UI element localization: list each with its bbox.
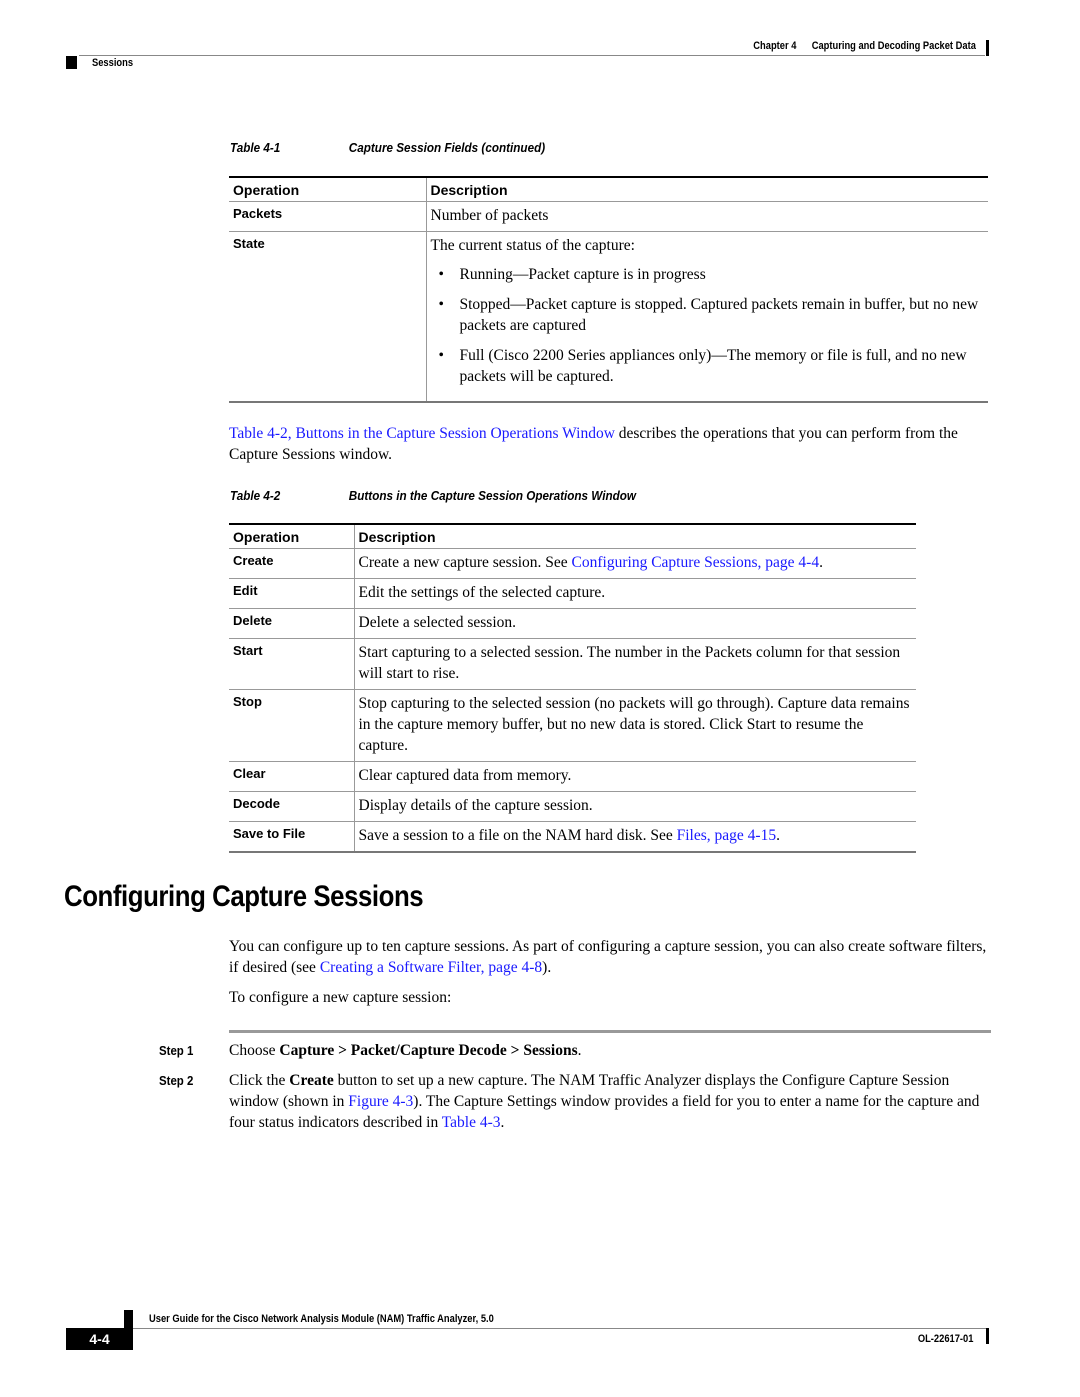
description-cell: Save a session to a file on the NAM hard… xyxy=(354,821,916,853)
description-cell: Create a new capture session. See Config… xyxy=(354,548,916,579)
table-row: Edit Edit the settings of the selected c… xyxy=(229,578,916,609)
table-row: Save to File Save a session to a file on… xyxy=(229,821,916,853)
table-row: Create Create a new capture session. See… xyxy=(229,548,916,579)
description-text: Save a session to a file on the NAM hard… xyxy=(358,827,677,844)
description-text: . xyxy=(819,554,823,571)
running-header-chapter: Chapter 4 Capturing and Decoding Packet D… xyxy=(753,40,976,52)
operation-cell: Create xyxy=(229,548,355,579)
column-header-operation: Operation xyxy=(229,523,355,549)
operation-cell: Start xyxy=(229,638,355,690)
table-4-3-link[interactable]: Table 4-3 xyxy=(442,1114,501,1131)
step-1-label: Step 1 xyxy=(159,1043,194,1058)
description-text: The current status of the capture: xyxy=(430,237,635,254)
step-1-text: Choose Capture > Packet/Capture Decode >… xyxy=(229,1040,991,1061)
step-text: Click the xyxy=(229,1072,290,1089)
operation-cell: Packets xyxy=(229,201,427,232)
page-number: 4-4 xyxy=(66,1328,133,1350)
header-rule xyxy=(79,55,985,56)
operation-cell: Decode xyxy=(229,791,355,822)
description-cell: Stop capturing to the selected session (… xyxy=(354,689,916,762)
operation-cell: State xyxy=(229,231,427,403)
header-bar-marker xyxy=(986,40,989,56)
create-button-ref: Create xyxy=(289,1072,334,1089)
table1-caption: Table 4-1 Capture Session Fields (continu… xyxy=(230,140,545,155)
procedure-intro: To configure a new capture session: xyxy=(229,989,452,1006)
procedure-rule xyxy=(229,1030,991,1033)
table-header-row: Operation Description xyxy=(229,176,988,202)
description-cell: Clear captured data from memory. xyxy=(354,761,916,792)
operation-cell: Save to File xyxy=(229,821,355,853)
section-paragraph: You can configure up to ten capture sess… xyxy=(229,936,989,978)
column-header-description: Description xyxy=(354,523,916,549)
step-text: . xyxy=(500,1114,505,1131)
description-cell: Start capturing to a selected session. T… xyxy=(354,638,916,690)
table-row: Start Start capturing to a selected sess… xyxy=(229,638,916,690)
table-header-row: Operation Description xyxy=(229,523,916,549)
table-row: Delete Delete a selected session. xyxy=(229,608,916,639)
step-2-text: Click the Create button to set up a new … xyxy=(229,1070,991,1133)
configuring-capture-sessions-link[interactable]: Configuring Capture Sessions, page 4-4 xyxy=(572,554,820,571)
footer-bar-marker xyxy=(986,1328,989,1344)
description-cell: Display details of the capture session. xyxy=(354,791,916,822)
paragraph-text: ). xyxy=(542,959,552,976)
table1-caption-number: Table 4-1 xyxy=(230,140,281,155)
operation-cell: Clear xyxy=(229,761,355,792)
step-text: Choose xyxy=(229,1042,280,1059)
step-2-label: Step 2 xyxy=(159,1073,194,1088)
table-row: State The current status of the capture:… xyxy=(229,231,988,403)
header-square-marker xyxy=(66,56,77,69)
table-row: Packets Number of packets xyxy=(229,201,988,232)
table-4-2-link[interactable]: Table 4-2, Buttons in the Capture Sessio… xyxy=(229,425,615,442)
table2-caption-number: Table 4-2 xyxy=(230,488,281,503)
footer-book-title: User Guide for the Cisco Network Analysi… xyxy=(149,1313,494,1325)
intro-paragraph: Table 4-2, Buttons in the Capture Sessio… xyxy=(229,423,989,465)
state-bullet-list: Running—Packet capture is in progress St… xyxy=(431,264,985,387)
section-heading: Configuring Capture Sessions xyxy=(64,880,424,913)
files-page-link[interactable]: Files, page 4-15 xyxy=(677,827,776,844)
table2-caption-title: Buttons in the Capture Session Operation… xyxy=(348,488,637,503)
table1-caption-title: Capture Session Fields (continued) xyxy=(348,140,546,155)
description-cell: Number of packets xyxy=(426,201,988,232)
bullet-item: Stopped—Packet capture is stopped. Captu… xyxy=(431,294,985,336)
bullet-item: Running—Packet capture is in progress xyxy=(431,264,985,285)
capture-session-fields-table: Operation Description Packets Number of … xyxy=(229,176,988,403)
step-text: . xyxy=(577,1042,582,1059)
chapter-title: Capturing and Decoding Packet Data xyxy=(811,40,976,52)
chapter-label: Chapter 4 xyxy=(753,40,797,52)
capture-operations-buttons-table: Operation Description Create Create a ne… xyxy=(229,523,916,853)
description-text: Create a new capture session. See xyxy=(358,554,572,571)
column-header-description: Description xyxy=(426,176,988,202)
operation-cell: Stop xyxy=(229,689,355,762)
column-header-operation: Operation xyxy=(229,176,427,202)
table-row: Clear Clear captured data from memory. xyxy=(229,761,916,792)
document-number: OL-22617-01 xyxy=(917,1333,973,1345)
footer-square-marker xyxy=(124,1310,133,1328)
figure-4-3-link[interactable]: Figure 4-3 xyxy=(348,1093,413,1110)
bullet-item: Full (Cisco 2200 Series appliances only)… xyxy=(431,345,985,387)
description-cell: The current status of the capture: Runni… xyxy=(426,231,988,403)
description-cell: Delete a selected session. xyxy=(354,608,916,639)
operation-cell: Delete xyxy=(229,608,355,639)
table-row: Decode Display details of the capture se… xyxy=(229,791,916,822)
operation-cell: Edit xyxy=(229,578,355,609)
table-row: Stop Stop capturing to the selected sess… xyxy=(229,689,916,762)
menu-path: Capture > Packet/Capture Decode > Sessio… xyxy=(279,1042,578,1059)
creating-software-filter-link[interactable]: Creating a Software Filter, page 4-8 xyxy=(320,959,542,976)
description-cell: Edit the settings of the selected captur… xyxy=(354,578,916,609)
description-text: . xyxy=(776,827,780,844)
footer-rule xyxy=(133,1328,986,1329)
running-header-section: Sessions xyxy=(92,57,134,69)
table2-caption: Table 4-2 Buttons in the Capture Session … xyxy=(230,488,636,503)
